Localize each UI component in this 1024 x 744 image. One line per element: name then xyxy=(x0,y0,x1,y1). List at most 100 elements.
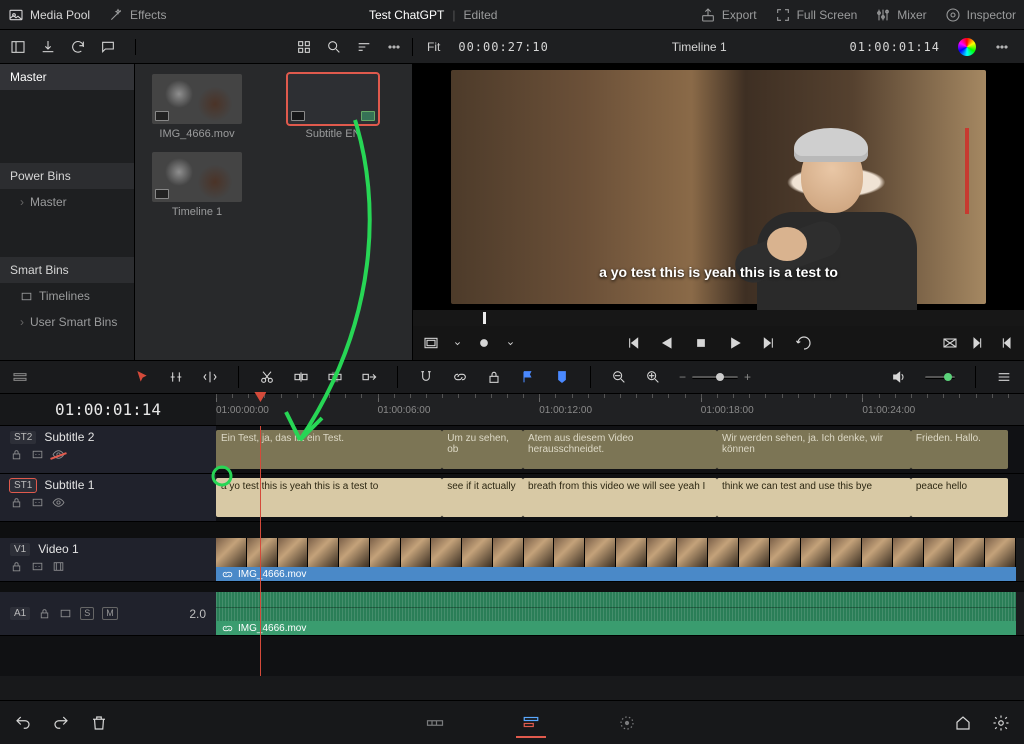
edit-page-icon[interactable] xyxy=(516,708,546,738)
subtitle-clip[interactable]: Frieden. Hallo. xyxy=(911,430,1008,469)
eye-icon[interactable] xyxy=(52,496,65,509)
pool-clip-video[interactable]: IMG_4666.mov xyxy=(147,74,247,140)
insert-icon[interactable] xyxy=(293,369,309,385)
timeline-ruler[interactable]: 01:00:00:0001:00:06:0001:00:12:0001:00:1… xyxy=(216,394,1024,425)
subtitle-clip[interactable]: think we can test and use this bye xyxy=(717,478,911,517)
play-reverse-icon[interactable] xyxy=(659,335,675,351)
fusion-page-icon[interactable] xyxy=(612,708,642,738)
viewer-menu-icon[interactable] xyxy=(994,39,1010,55)
effects-tab[interactable]: Effects xyxy=(108,7,166,23)
match-frame-icon[interactable] xyxy=(942,335,958,351)
cut-page-icon[interactable] xyxy=(420,708,450,738)
record-icon[interactable] xyxy=(476,335,492,351)
sync-icon[interactable] xyxy=(70,39,86,55)
lock-icon[interactable] xyxy=(486,369,502,385)
full-screen-button[interactable]: Full Screen xyxy=(775,7,858,23)
export-button[interactable]: Export xyxy=(700,7,757,23)
track-gain[interactable]: 2.0 xyxy=(189,607,206,621)
stop-icon[interactable] xyxy=(693,335,709,351)
mixer-button[interactable]: Mixer xyxy=(875,7,926,23)
subtitle-clip[interactable]: breath from this video we will see yeah … xyxy=(523,478,717,517)
bin-master[interactable]: Master xyxy=(0,64,134,90)
undo-icon[interactable] xyxy=(14,714,32,732)
go-end-icon[interactable] xyxy=(761,335,777,351)
replace-icon[interactable] xyxy=(361,369,377,385)
lock-icon[interactable] xyxy=(10,560,23,573)
blade-tool-icon[interactable] xyxy=(259,369,275,385)
lock-icon[interactable] xyxy=(38,607,51,620)
play-icon[interactable] xyxy=(727,335,743,351)
flag-icon[interactable] xyxy=(520,369,536,385)
track-head-st2[interactable]: ST2Subtitle 2 xyxy=(0,426,216,473)
settings-icon[interactable] xyxy=(992,714,1010,732)
power-bin-master[interactable]: ›Master xyxy=(0,189,134,215)
monitor-slider[interactable] xyxy=(925,376,955,379)
sort-icon[interactable] xyxy=(356,39,372,55)
media-pool-tab[interactable]: Media Pool xyxy=(8,7,90,23)
track-lane-a1[interactable]: IMG_4666.mov xyxy=(216,592,1024,635)
smart-bin-timelines[interactable]: Timelines xyxy=(0,283,134,309)
home-icon[interactable] xyxy=(954,714,972,732)
zoom-full-icon[interactable] xyxy=(611,369,627,385)
search-icon[interactable] xyxy=(326,39,342,55)
caption-icon[interactable] xyxy=(31,496,44,509)
smart-bins-header[interactable]: Smart Bins xyxy=(0,257,134,283)
timeline-name-label[interactable]: Timeline 1 xyxy=(567,40,832,54)
lock-icon[interactable] xyxy=(10,496,23,509)
video-clip[interactable]: IMG_4666.mov xyxy=(216,538,1016,581)
pool-menu-icon[interactable] xyxy=(386,39,402,55)
audio-clip[interactable]: IMG_4666.mov xyxy=(216,592,1016,635)
caption-icon[interactable] xyxy=(31,560,44,573)
timeline-view-icon[interactable] xyxy=(12,369,28,385)
prev-edit-icon[interactable] xyxy=(998,335,1014,351)
caption-icon[interactable] xyxy=(31,448,44,461)
track-head-a1[interactable]: A1 S M 2.0 xyxy=(0,592,216,635)
smart-bin-user[interactable]: ›User Smart Bins xyxy=(0,309,134,335)
link-icon[interactable] xyxy=(452,369,468,385)
subtitle-clip[interactable]: Wir werden sehen, ja. Ich denke, wir kön… xyxy=(717,430,911,469)
track-head-v1[interactable]: V1Video 1 xyxy=(0,538,216,581)
pool-clip-timeline[interactable]: Timeline 1 xyxy=(147,152,247,218)
loop-icon[interactable] xyxy=(795,334,813,352)
import-icon[interactable] xyxy=(40,39,56,55)
subtitle-clip[interactable]: see if it actually xyxy=(442,478,523,517)
power-bins-header[interactable]: Power Bins xyxy=(0,163,134,189)
redo-icon[interactable] xyxy=(52,714,70,732)
volume-icon[interactable] xyxy=(891,369,907,385)
subtitle-clip[interactable]: Um zu sehen, ob xyxy=(442,430,523,469)
layout-icon[interactable] xyxy=(10,39,26,55)
lock-icon[interactable] xyxy=(10,448,23,461)
zoom-slider[interactable]: − + xyxy=(679,370,751,384)
subtitle-clip[interactable]: a yo test this is yeah this is a test to xyxy=(216,478,442,517)
chevron-icon[interactable] xyxy=(504,337,517,350)
track-lane-v1[interactable]: IMG_4666.mov xyxy=(216,538,1024,581)
fit-dropdown[interactable]: Fit xyxy=(427,40,440,54)
track-lane-st2[interactable]: Ein Test, ja, das ist ein Test.Um zu seh… xyxy=(216,426,1024,473)
viewer-image[interactable]: a yo test this is yeah this is a test to xyxy=(413,64,1024,310)
track-lane-st1[interactable]: a yo test this is yeah this is a test to… xyxy=(216,474,1024,521)
timeline-options-icon[interactable] xyxy=(996,369,1012,385)
subtitle-clip[interactable]: peace hello xyxy=(911,478,1008,517)
subtitle-clip[interactable]: Ein Test, ja, das ist ein Test. xyxy=(216,430,442,469)
bypass-color-icon[interactable] xyxy=(958,38,976,56)
overwrite-icon[interactable] xyxy=(327,369,343,385)
marker-icon[interactable] xyxy=(554,369,570,385)
dynamic-trim-icon[interactable] xyxy=(202,369,218,385)
viewer-scrubber[interactable] xyxy=(413,310,1024,326)
trim-tool-icon[interactable] xyxy=(168,369,184,385)
trash-icon[interactable] xyxy=(90,714,108,732)
subtitle-clip[interactable]: Atem aus diesem Video herausschneidet. xyxy=(523,430,717,469)
selection-tool-icon[interactable] xyxy=(134,369,150,385)
next-edit-icon[interactable] xyxy=(970,335,986,351)
chat-icon[interactable] xyxy=(100,39,116,55)
track-head-st1[interactable]: ST1Subtitle 1 xyxy=(0,474,216,521)
chevron-icon[interactable] xyxy=(451,337,464,350)
eye-off-icon[interactable] xyxy=(52,448,65,461)
go-start-icon[interactable] xyxy=(625,335,641,351)
inspector-button[interactable]: Inspector xyxy=(945,7,1016,23)
pool-clip-subtitle[interactable]: Subtitle EN xyxy=(283,74,383,140)
film-icon[interactable] xyxy=(52,560,65,573)
caption-icon[interactable] xyxy=(59,607,72,620)
safe-area-icon[interactable] xyxy=(423,335,439,351)
snap-icon[interactable] xyxy=(418,369,434,385)
